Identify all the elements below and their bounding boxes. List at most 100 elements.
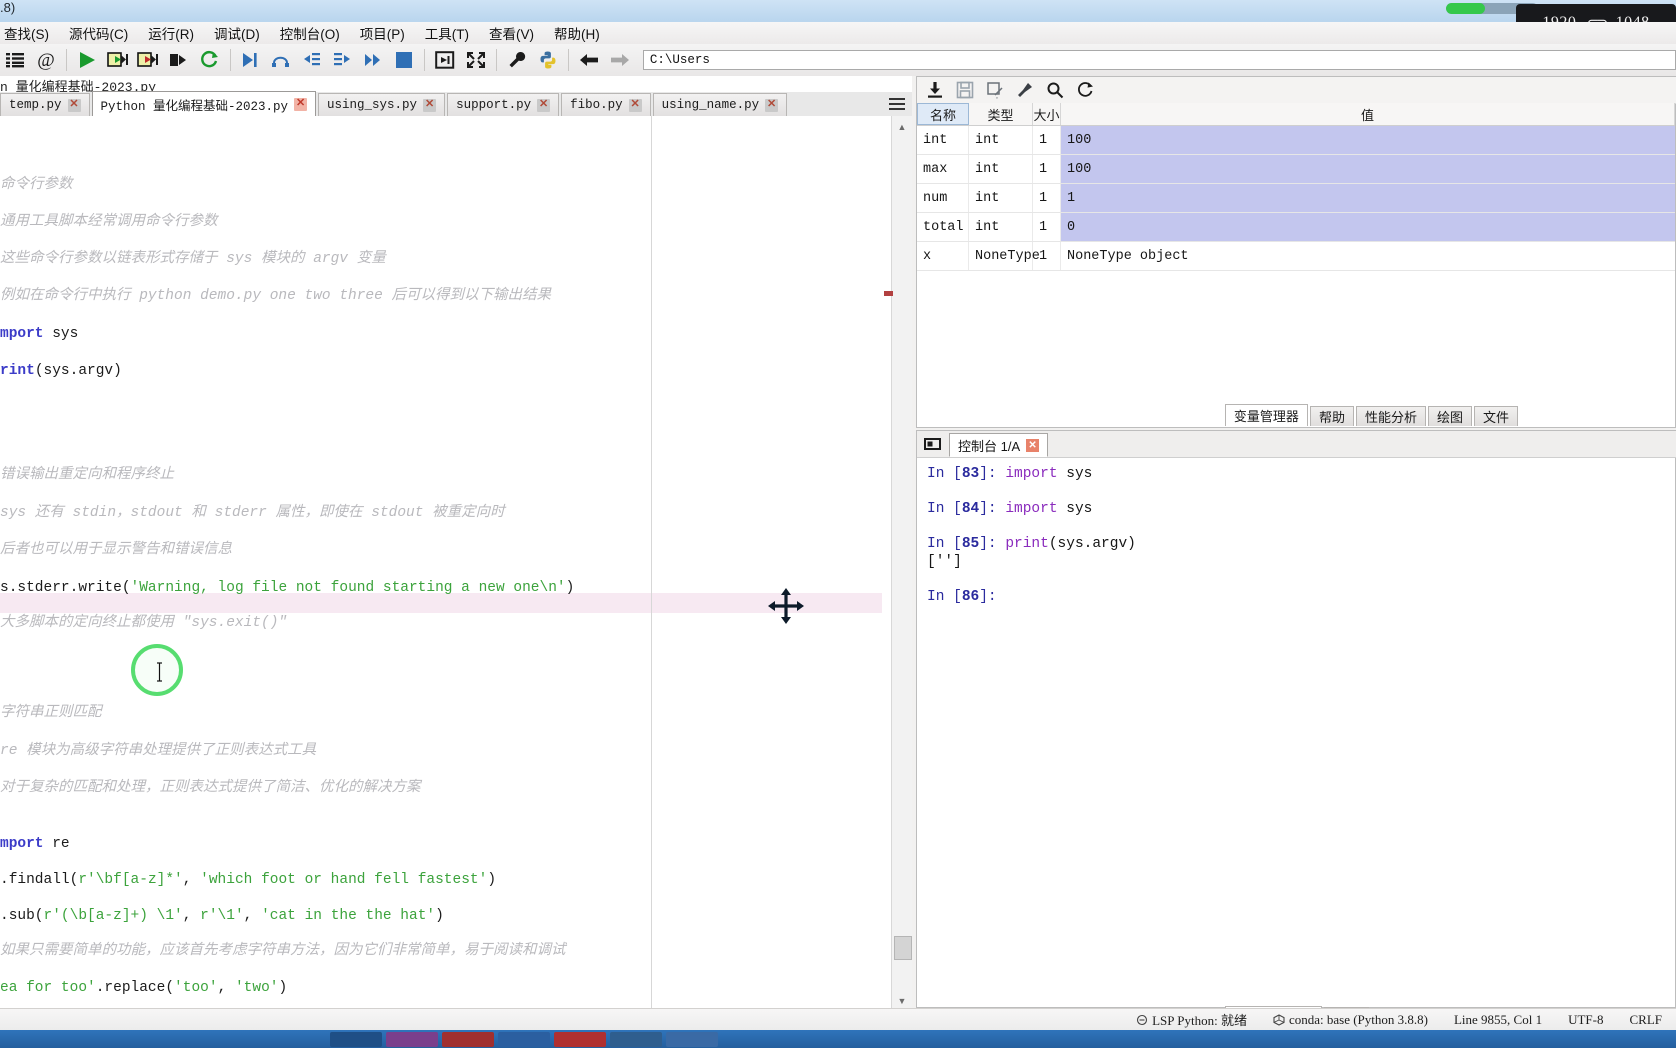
code-token: r'\1' bbox=[200, 908, 244, 924]
close-icon[interactable]: ✕ bbox=[423, 99, 436, 112]
code-line: 例如在命令行中执行 python demo.py one two three 后… bbox=[0, 287, 551, 305]
continue-icon[interactable] bbox=[359, 46, 388, 74]
run-selection-icon[interactable] bbox=[165, 46, 194, 74]
menu-tools[interactable]: 工具(T) bbox=[415, 21, 479, 45]
pane-tab[interactable]: 变量管理器 bbox=[1225, 404, 1308, 426]
variable-row[interactable]: totalint10 bbox=[917, 213, 1675, 242]
forward-icon[interactable] bbox=[605, 46, 634, 74]
save-as-icon[interactable]: , bbox=[985, 80, 1005, 100]
variable-cell-type: int bbox=[969, 184, 1033, 212]
list-icon[interactable] bbox=[1, 46, 30, 74]
variable-cell-size: 1 bbox=[1033, 184, 1061, 212]
console-blank-line bbox=[927, 518, 1665, 535]
close-icon[interactable]: ✕ bbox=[765, 99, 778, 112]
run-file-icon[interactable] bbox=[73, 46, 102, 74]
editor-tab[interactable]: fibo.py✕ bbox=[561, 93, 651, 116]
editor-scroll-thumb[interactable] bbox=[894, 936, 912, 960]
pane-tab[interactable]: 文件 bbox=[1474, 406, 1518, 426]
console-line: In [85]: print(sys.argv) bbox=[927, 535, 1665, 553]
code-token: s.stderr.write( bbox=[0, 580, 131, 596]
taskbar-item[interactable] bbox=[666, 1032, 718, 1047]
python-path-icon[interactable] bbox=[533, 46, 562, 74]
console-prompt-suffix: ]: bbox=[979, 501, 1005, 517]
variable-cell-name: total bbox=[917, 213, 969, 241]
pane-tab[interactable]: 性能分析 bbox=[1356, 406, 1426, 426]
variable-row[interactable]: xNoneType1NoneType object bbox=[917, 242, 1675, 271]
editor-options-icon[interactable] bbox=[888, 96, 906, 112]
editor-scrollbar[interactable]: ▲ ▼ bbox=[891, 116, 912, 1012]
search-icon[interactable] bbox=[1045, 80, 1065, 100]
close-icon[interactable]: ✕ bbox=[68, 99, 81, 112]
close-icon[interactable]: ✕ bbox=[294, 98, 307, 111]
variable-row[interactable]: intint1100 bbox=[917, 126, 1675, 155]
clear-variables-icon[interactable] bbox=[1015, 80, 1035, 100]
preferences-icon[interactable] bbox=[503, 46, 532, 74]
console-output[interactable]: In [83]: import sysIn [84]: import sysIn… bbox=[917, 457, 1675, 1007]
variable-column-header[interactable]: 大小 bbox=[1033, 103, 1061, 125]
code-token: 后者也可以用于显示警告和错误信息 bbox=[0, 542, 232, 558]
console-tab[interactable]: 控制台 1/A ✕ bbox=[949, 433, 1048, 457]
variable-row[interactable]: numint11 bbox=[917, 184, 1675, 213]
taskbar-item[interactable] bbox=[330, 1032, 382, 1047]
editor-tab[interactable]: temp.py ✕ bbox=[0, 93, 90, 116]
editor-tab[interactable]: Python 量化编程基础-2023.py✕ bbox=[92, 91, 317, 116]
editor-tab[interactable]: using_name.py✕ bbox=[653, 93, 788, 116]
console-line: In [86]: bbox=[927, 588, 1665, 606]
menu-console[interactable]: 控制台(O) bbox=[270, 21, 350, 45]
taskbar-item[interactable] bbox=[554, 1032, 606, 1047]
menu-debug[interactable]: 调试(D) bbox=[204, 21, 270, 45]
code-token: sys bbox=[44, 326, 79, 342]
code-line: 后者也可以用于显示警告和错误信息 bbox=[0, 541, 232, 559]
maximize-pane-icon[interactable] bbox=[431, 46, 460, 74]
import-data-icon[interactable] bbox=[925, 80, 945, 100]
at-icon[interactable]: @ bbox=[32, 46, 61, 74]
pane-tab[interactable]: 帮助 bbox=[1310, 406, 1354, 426]
toolbar-separator bbox=[424, 49, 425, 71]
taskbar-item[interactable] bbox=[442, 1032, 494, 1047]
back-icon[interactable] bbox=[575, 46, 604, 74]
path-input[interactable] bbox=[643, 50, 1676, 70]
code-token: sys 还有 stdin，stdout 和 stderr 属性，即使在 stdo… bbox=[0, 505, 505, 521]
variable-row[interactable]: maxint1100 bbox=[917, 155, 1675, 184]
fullscreen-icon[interactable] bbox=[461, 46, 490, 74]
status-item-label: LSP Python: 就绪 bbox=[1152, 1010, 1247, 1029]
close-icon[interactable]: ✕ bbox=[629, 99, 642, 112]
menu-find[interactable]: 查找(S) bbox=[0, 21, 59, 45]
taskbar-item[interactable] bbox=[386, 1032, 438, 1047]
close-icon[interactable]: ✕ bbox=[1026, 439, 1039, 452]
taskbar-item[interactable] bbox=[498, 1032, 550, 1047]
variable-column-header[interactable]: 名称 bbox=[917, 103, 969, 125]
right-column: , bbox=[912, 76, 1676, 1030]
code-surface[interactable]: 命令行参数通用工具脚本经常调用命令行参数这些命令行参数以链表形式存储于 sys … bbox=[0, 116, 892, 1012]
code-token: 错误输出重定向和程序终止 bbox=[0, 467, 174, 483]
editor-tab[interactable]: using_sys.py✕ bbox=[318, 93, 445, 116]
console-browse-icon[interactable] bbox=[923, 433, 943, 455]
step-into-icon[interactable] bbox=[298, 46, 327, 74]
step-return-icon[interactable] bbox=[328, 46, 357, 74]
save-data-icon[interactable] bbox=[955, 80, 975, 100]
console-keyword: print bbox=[1005, 536, 1049, 552]
code-line: 字符串正则匹配 bbox=[0, 704, 102, 722]
menu-run[interactable]: 运行(R) bbox=[138, 21, 204, 45]
step-over-icon[interactable] bbox=[267, 46, 296, 74]
menu-view[interactable]: 查看(V) bbox=[479, 21, 544, 45]
debug-icon[interactable] bbox=[237, 46, 266, 74]
editor-tab-label: temp.py bbox=[9, 98, 62, 112]
menu-project[interactable]: 项目(P) bbox=[350, 21, 415, 45]
code-token: 'too' bbox=[174, 980, 218, 996]
editor-tab[interactable]: support.py✕ bbox=[447, 93, 559, 116]
variable-column-header[interactable]: 值 bbox=[1061, 103, 1675, 125]
menu-help[interactable]: 帮助(H) bbox=[544, 21, 610, 45]
pane-tab[interactable]: 绘图 bbox=[1428, 406, 1472, 426]
run-cell-icon[interactable] bbox=[104, 46, 133, 74]
variable-column-header[interactable]: 类型 bbox=[969, 103, 1033, 125]
taskbar-item[interactable] bbox=[610, 1032, 662, 1047]
scroll-up-arrow-icon[interactable]: ▲ bbox=[895, 120, 909, 134]
refresh-icon[interactable] bbox=[1075, 80, 1095, 100]
scroll-down-arrow-icon[interactable]: ▼ bbox=[895, 994, 909, 1008]
stop-icon[interactable] bbox=[389, 46, 418, 74]
close-icon[interactable]: ✕ bbox=[537, 99, 550, 112]
menu-source[interactable]: 源代码(C) bbox=[59, 21, 138, 45]
rerun-icon[interactable] bbox=[195, 46, 224, 74]
run-cell-advance-icon[interactable] bbox=[134, 46, 163, 74]
